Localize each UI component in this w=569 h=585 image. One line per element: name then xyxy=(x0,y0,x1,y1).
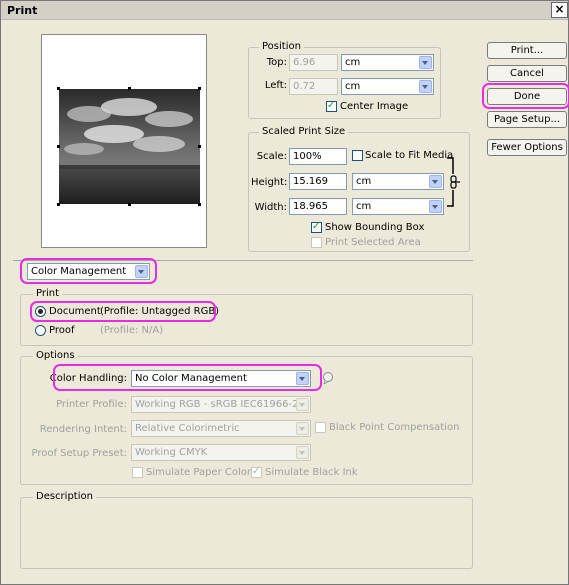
title-bar: Print × xyxy=(1,1,568,20)
rendering-intent-select[interactable]: Relative Colorimetric xyxy=(131,420,311,437)
printer-profile-label: Printer Profile: xyxy=(56,399,127,410)
proof-profile: (Profile: N/A) xyxy=(100,325,164,336)
height-input[interactable]: 15.169 xyxy=(289,173,347,190)
warning-icon xyxy=(322,372,334,387)
options-group-label: Options xyxy=(33,350,78,362)
chevron-down-icon xyxy=(296,422,309,435)
resize-handle[interactable] xyxy=(57,203,60,206)
height-unit-value: cm xyxy=(356,176,372,187)
scale-to-fit-checkbox[interactable] xyxy=(352,150,363,161)
rendering-intent-label: Rendering Intent: xyxy=(39,424,127,435)
left-label: Left: xyxy=(264,80,287,91)
height-label: Height: xyxy=(251,177,288,188)
print-button[interactable]: Print... xyxy=(487,42,567,59)
width-unit-value: cm xyxy=(356,201,372,212)
black-point-label: Black Point Compensation xyxy=(329,422,460,433)
printer-profile-select[interactable]: Working RGB - sRGB IEC61966-2.1 xyxy=(131,396,311,413)
center-image-label: Center Image xyxy=(340,101,409,112)
show-bounding-box-checkbox[interactable] xyxy=(311,221,322,233)
top-unit-value: cm xyxy=(345,57,361,68)
window-title: Print xyxy=(7,4,38,17)
top-unit-select[interactable]: cm xyxy=(341,54,434,71)
resize-handle[interactable] xyxy=(198,145,201,148)
left-unit-value: cm xyxy=(345,81,361,92)
print-group-label: Print xyxy=(33,288,63,300)
rendering-intent-value: Relative Colorimetric xyxy=(135,423,240,434)
show-bounding-box-label: Show Bounding Box xyxy=(325,222,425,233)
resize-handle[interactable] xyxy=(198,87,201,90)
description-label: Description xyxy=(33,491,96,503)
description-group: Description xyxy=(20,491,473,569)
proof-label: Proof xyxy=(49,325,75,336)
close-icon[interactable]: × xyxy=(551,2,568,18)
simulate-black-checkbox[interactable] xyxy=(251,466,262,478)
fewer-options-button[interactable]: Fewer Options xyxy=(487,139,567,156)
scale-input[interactable]: 100% xyxy=(289,148,347,165)
page-setup-button[interactable]: Page Setup... xyxy=(487,111,567,128)
print-preview xyxy=(41,34,207,248)
resize-handle[interactable] xyxy=(57,145,60,148)
print-dialog: Print × Position Top: 6.96 cm Left: 0.72… xyxy=(0,0,569,585)
black-point-checkbox[interactable] xyxy=(315,422,326,433)
mode-highlight xyxy=(20,258,157,284)
position-group-label: Position xyxy=(259,41,304,53)
link-bracket-icon xyxy=(447,157,460,207)
scaled-print-size-label: Scaled Print Size xyxy=(259,126,349,138)
resize-handle[interactable] xyxy=(128,203,131,206)
resize-handle[interactable] xyxy=(128,87,131,90)
height-unit-select[interactable]: cm xyxy=(352,173,444,190)
chevron-down-icon xyxy=(419,56,432,69)
proof-setup-select[interactable]: Working CMYK xyxy=(131,444,311,461)
chevron-down-icon xyxy=(419,80,432,93)
width-unit-select[interactable]: cm xyxy=(352,198,444,215)
color-handling-highlight xyxy=(53,364,322,391)
print-selected-area-checkbox[interactable] xyxy=(311,237,322,248)
resize-handle[interactable] xyxy=(57,87,60,90)
chevron-down-icon xyxy=(429,175,442,188)
simulate-black-label: Simulate Black Ink xyxy=(265,467,358,478)
resize-handle[interactable] xyxy=(198,203,201,206)
width-input[interactable]: 18.965 xyxy=(289,198,347,215)
top-input[interactable]: 6.96 xyxy=(289,54,338,71)
preview-photo xyxy=(59,89,200,204)
printer-profile-value: Working RGB - sRGB IEC61966-2.1 xyxy=(135,399,309,410)
proof-radio[interactable] xyxy=(35,325,46,336)
proof-setup-label: Proof Setup Preset: xyxy=(31,448,127,459)
chevron-down-icon xyxy=(296,398,309,411)
left-input[interactable]: 0.72 xyxy=(289,78,338,95)
simulate-paper-checkbox[interactable] xyxy=(132,467,143,478)
cancel-button[interactable]: Cancel xyxy=(487,65,567,82)
done-highlight xyxy=(482,83,569,109)
document-highlight xyxy=(30,301,216,322)
left-unit-select[interactable]: cm xyxy=(341,78,434,95)
info-bubble-icon xyxy=(323,372,333,385)
top-label: Top: xyxy=(266,57,287,68)
print-selected-area-label: Print Selected Area xyxy=(325,237,421,248)
proof-setup-value: Working CMYK xyxy=(135,447,208,458)
chevron-down-icon xyxy=(429,200,442,213)
center-image-checkbox[interactable] xyxy=(326,100,337,112)
landscape-image xyxy=(59,89,200,204)
scale-label: Scale: xyxy=(256,151,287,162)
chevron-down-icon xyxy=(296,446,309,459)
chain-link-icon[interactable] xyxy=(447,156,460,207)
simulate-paper-label: Simulate Paper Color xyxy=(146,467,251,478)
scale-to-fit-label: Scale to Fit Media xyxy=(365,150,454,161)
width-label: Width: xyxy=(254,202,287,213)
